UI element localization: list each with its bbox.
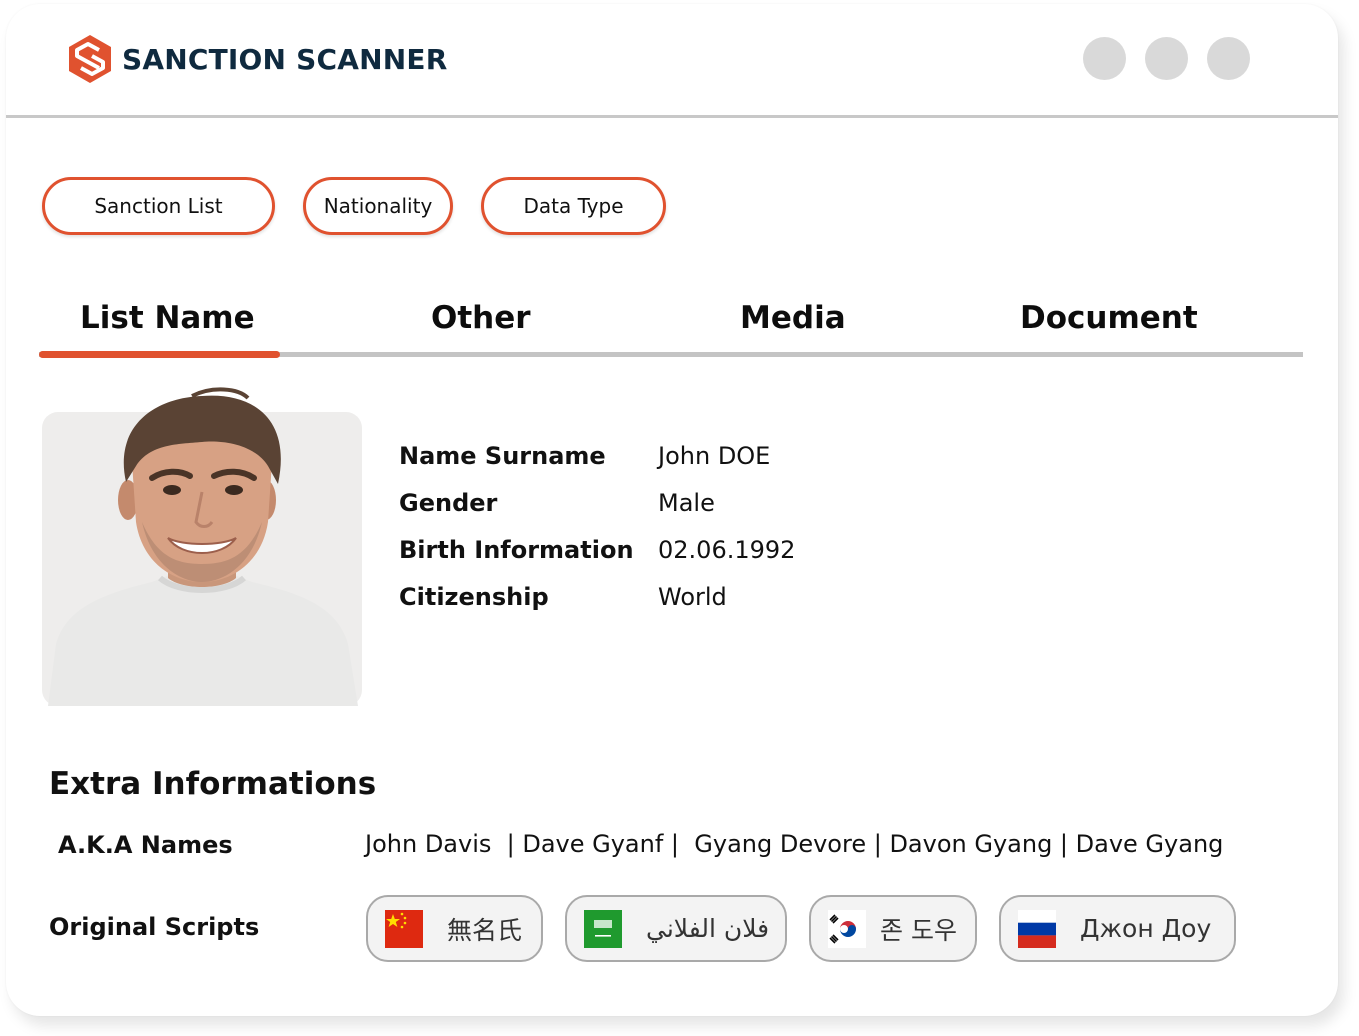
filter-bar: Sanction List Nationality Data Type (42, 177, 666, 235)
filter-data-type-button[interactable]: Data Type (481, 177, 666, 235)
tab-other[interactable]: Other (431, 300, 531, 336)
script-chip-arabic[interactable]: فلان الفلاني (565, 895, 787, 962)
profile-details: Name Surname John DOE Gender Male Birth … (399, 432, 795, 620)
window-controls (1083, 37, 1250, 80)
detail-label: Birth Information (399, 535, 634, 564)
aka-names-list: John Davis | Dave Gyanf | Gyang Devore |… (365, 830, 1224, 858)
saudi-arabia-flag-icon (584, 909, 622, 948)
brand-logo[interactable]: SANCTION SCANNER (64, 33, 447, 85)
detail-row-name: Name Surname John DOE (399, 432, 795, 479)
profile-photo (42, 387, 362, 706)
script-text: فلان الفلاني (646, 914, 770, 943)
detail-value: John DOE (658, 441, 771, 470)
original-scripts-list: 無名氏 فلان الفلاني 존 도우 Джон Доу (366, 895, 1236, 962)
detail-value: Male (658, 488, 715, 517)
brand-name: SANCTION SCANNER (122, 42, 448, 76)
active-tab-indicator (39, 351, 280, 358)
app-window: SANCTION SCANNER Sanction List Nationali… (6, 4, 1338, 1016)
script-text: Джон Доу (1080, 914, 1212, 943)
tab-list-name[interactable]: List Name (80, 300, 255, 336)
tab-media[interactable]: Media (740, 300, 846, 336)
aka-names-label: A.K.A Names (58, 831, 233, 859)
script-chip-korean[interactable]: 존 도우 (809, 895, 977, 962)
detail-row-gender: Gender Male (399, 479, 795, 526)
window-control-dot[interactable] (1083, 37, 1126, 80)
sanction-scanner-logo-icon (69, 35, 111, 83)
tab-bar: List Name Other Media Document (39, 294, 1303, 364)
detail-row-birth: Birth Information 02.06.1992 (399, 526, 795, 573)
china-flag-icon (385, 909, 423, 948)
detail-label: Name Surname (399, 441, 606, 470)
detail-value: 02.06.1992 (658, 535, 796, 564)
detail-row-citizenship: Citizenship World (399, 573, 795, 620)
extra-informations-heading: Extra Informations (49, 766, 377, 802)
portrait-photo-icon (48, 387, 358, 706)
russia-flag-icon (1018, 909, 1056, 948)
filter-nationality-button[interactable]: Nationality (303, 177, 453, 235)
script-chip-chinese[interactable]: 無名氏 (366, 895, 543, 962)
script-text: 존 도우 (880, 915, 957, 945)
script-chip-russian[interactable]: Джон Доу (999, 895, 1236, 962)
header-divider (6, 115, 1338, 118)
detail-label: Gender (399, 488, 498, 517)
detail-label: Citizenship (399, 582, 549, 611)
filter-sanction-list-button[interactable]: Sanction List (42, 177, 275, 235)
tab-document[interactable]: Document (1020, 300, 1198, 336)
header: SANCTION SCANNER (6, 4, 1338, 118)
original-scripts-label: Original Scripts (49, 913, 260, 941)
window-control-dot[interactable] (1145, 37, 1188, 80)
detail-value: World (658, 582, 727, 611)
window-control-dot[interactable] (1207, 37, 1250, 80)
script-text: 無名氏 (447, 915, 523, 945)
south-korea-flag-icon (828, 909, 866, 948)
